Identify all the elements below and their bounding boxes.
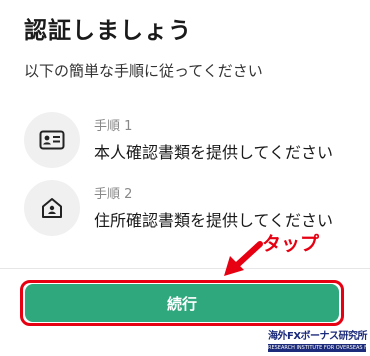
tap-annotation-label: タップ	[262, 233, 320, 255]
tap-arrow-icon	[224, 241, 263, 276]
footer-divider	[0, 268, 370, 269]
step-2-label: 手順 2	[94, 187, 133, 202]
step-1-text: 本人確認書類を提供してください	[94, 143, 334, 162]
watermark-sub-text: RESEARCH INSTITUTE FOR OVERSEAS FX BONUS	[268, 344, 366, 352]
home-icon	[24, 180, 80, 236]
page-title: 認証しましょう	[24, 18, 192, 44]
continue-button[interactable]: 続行	[25, 284, 339, 322]
step-item-2[interactable]: 手順 2 住所確認書類を提供してください	[24, 180, 354, 238]
step-1-label: 手順 1	[94, 119, 133, 134]
page-subtitle: 以下の簡単な手順に従ってください	[24, 62, 263, 80]
watermark-logo: 海外FXボーナス研究所 RESEARCH INSTITUTE FOR OVERS…	[268, 331, 368, 353]
step-item-1[interactable]: 手順 1 本人確認書類を提供してください	[24, 112, 354, 170]
id-card-icon	[24, 112, 80, 168]
step-2-text: 住所確認書類を提供してください	[94, 211, 334, 230]
watermark-main-text: 海外FXボーナス研究所	[268, 331, 368, 342]
verification-screen: 認証しましょう 以下の簡単な手順に従ってください 手順 1 本人確認書類を提供し…	[0, 0, 370, 356]
